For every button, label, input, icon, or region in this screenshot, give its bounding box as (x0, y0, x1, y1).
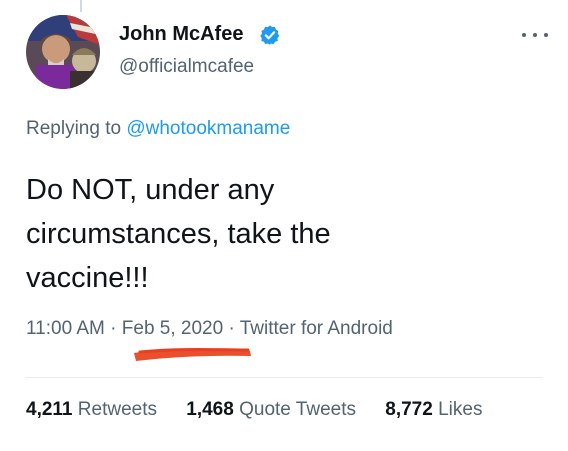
engagement-stats: 4,211 Retweets 1,468 Quote Tweets 8,772 … (26, 398, 506, 422)
more-options-icon[interactable] (522, 30, 548, 40)
replying-to: Replying to @whotookmaname (26, 117, 290, 141)
replying-to-label: Replying to (26, 118, 122, 139)
tweet-time[interactable]: 11:00 AM (26, 318, 105, 339)
tweet-source[interactable]: Twitter for Android (240, 318, 393, 339)
quote-tweets-label: Quote Tweets (239, 399, 356, 420)
retweets-count: 4,211 (26, 399, 73, 420)
divider (26, 377, 542, 378)
tweet-card: John McAfee @officialmcafee Replying to … (0, 0, 568, 451)
meta-separator: · (110, 318, 117, 339)
avatar[interactable] (26, 15, 100, 89)
quote-tweets-stat[interactable]: 1,468 Quote Tweets (186, 399, 356, 420)
more-dot (533, 33, 537, 37)
likes-stat[interactable]: 8,772 Likes (385, 399, 482, 420)
tweet-text: Do NOT, under any circumstances, take th… (26, 174, 331, 294)
retweets-label: Retweets (77, 399, 157, 420)
reply-mention-link[interactable]: @whotookmaname (126, 118, 290, 139)
quote-tweets-count: 1,468 (186, 399, 234, 420)
more-dot (522, 33, 526, 37)
likes-label: Likes (438, 399, 483, 420)
meta-separator: · (228, 318, 235, 339)
thread-connector-line (80, 0, 82, 12)
likes-count: 8,772 (385, 399, 433, 420)
redaction-scribble (130, 345, 255, 365)
tweet-date[interactable]: Feb 5, 2020 (122, 318, 223, 339)
author-display-name[interactable]: John McAfee (119, 22, 243, 46)
more-dot (544, 33, 548, 37)
author-handle[interactable]: @officialmcafee (119, 55, 254, 79)
retweets-stat[interactable]: 4,211 Retweets (26, 399, 157, 420)
tweet-meta: 11:00 AM · Feb 5, 2020 · Twitter for And… (26, 317, 393, 341)
verified-badge-icon (259, 24, 281, 46)
